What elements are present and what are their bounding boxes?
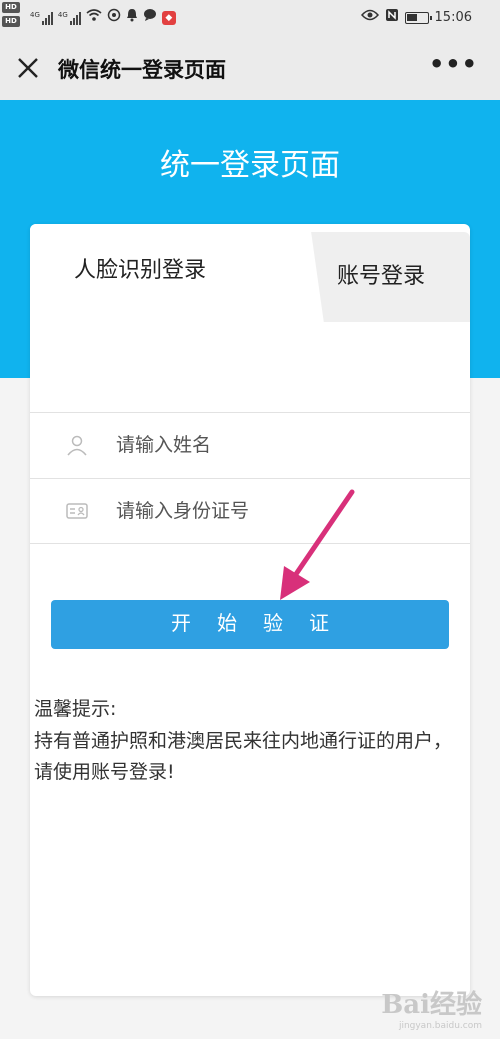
tips-title: 温馨提示:: [34, 698, 117, 720]
nav-bar: 微信统一登录页面 •••: [0, 36, 500, 100]
watermark-sub: jingyan.baidu.com: [398, 1021, 482, 1031]
hd-badge-2: HD: [2, 16, 20, 27]
tab-face-login-label: 人脸识别登录: [73, 258, 206, 283]
watermark-main: Bai经验: [381, 990, 482, 1020]
status-bar: HD HD 4G 4G ◆ 15:06: [0, 0, 500, 36]
name-input[interactable]: [116, 430, 436, 460]
start-verification-button[interactable]: 开始验证: [51, 600, 449, 649]
network-type-label-2: 4G: [57, 10, 68, 19]
status-left-icons: 4G 4G ◆: [30, 8, 176, 27]
login-card: 账号登录 人脸识别登录 开始验证 温馨提示: 持有普通护照和港澳居民来往内地通行…: [30, 224, 470, 996]
id-card-icon: [66, 500, 88, 522]
hd-indicator: HD HD: [2, 2, 26, 32]
page-title: 统一登录页面: [160, 148, 340, 183]
message-icon: [143, 8, 157, 27]
annotation-arrow-icon: [280, 489, 355, 600]
tips-text: 持有普通护照和港澳居民来往内地通行证的用户，请使用账号登录!: [34, 730, 453, 783]
status-time: 15:06: [434, 10, 472, 25]
more-options-button[interactable]: •••: [429, 52, 478, 76]
signal-icon: 4G: [30, 11, 53, 25]
hd-badge-1: HD: [2, 2, 20, 13]
id-number-field: [30, 478, 470, 544]
close-icon[interactable]: [14, 54, 42, 82]
name-field: [30, 412, 470, 478]
eye-icon: [360, 9, 379, 26]
signal-icon-2: 4G: [58, 11, 81, 25]
user-icon: [66, 434, 88, 456]
sync-icon: [107, 8, 121, 27]
app-notification-icon: ◆: [161, 10, 176, 25]
status-right-icons: 15:06: [360, 8, 472, 27]
bell-icon: [126, 8, 138, 27]
nav-title: 微信统一登录页面: [58, 58, 226, 82]
network-type-label: 4G: [30, 10, 40, 19]
nfc-icon: [385, 8, 399, 27]
battery-icon: [404, 11, 432, 24]
wifi-icon: [86, 8, 102, 27]
watermark-logo: Bai经验 jingyan.baidu.com: [381, 984, 482, 1031]
